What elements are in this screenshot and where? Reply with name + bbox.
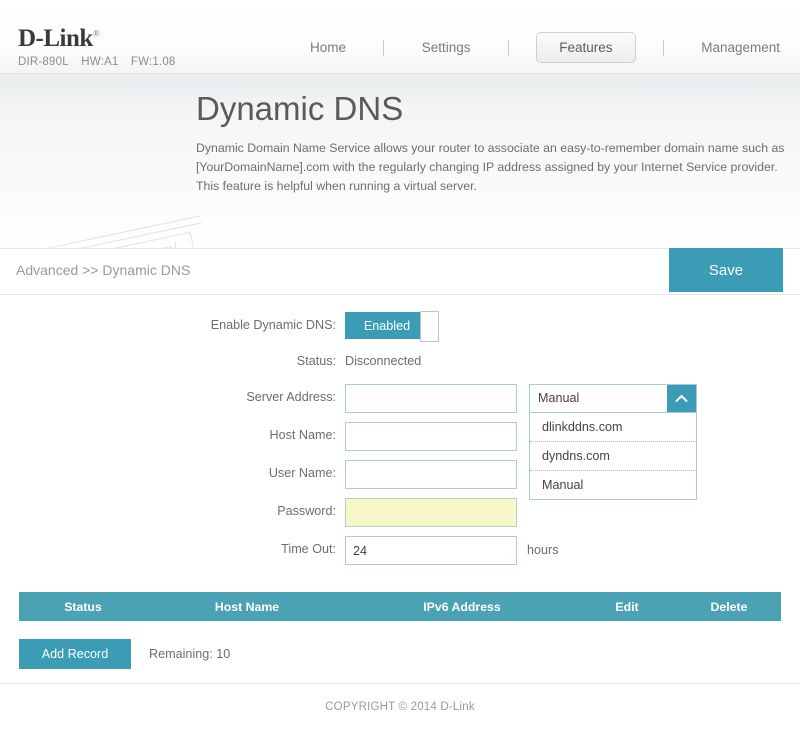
nav-separator <box>383 39 385 56</box>
nav-item-management[interactable]: Management <box>691 33 790 62</box>
user-name-label: User Name: <box>268 466 336 480</box>
app-header: D-Link® DIR-890L HW:A1 FW:1.08 Home Sett… <box>0 0 800 74</box>
column-header-host-name: Host Name <box>214 599 280 614</box>
status-label: Status: <box>296 354 336 368</box>
nav-separator <box>662 39 664 56</box>
page-description: Dynamic Domain Name Service allows your … <box>196 141 785 194</box>
dropdown-option-dyndns[interactable]: dyndns.com <box>530 442 696 471</box>
password-input[interactable] <box>345 498 517 527</box>
dropdown-option-dlinkddns[interactable]: dlinkddns.com <box>530 413 696 442</box>
page-title: Dynamic DNS <box>196 90 404 127</box>
form-row-time-out: Time Out: hours <box>0 536 800 565</box>
brand-name: D-Link® <box>18 25 100 52</box>
svg-text:http://Betty.dlink.com/: http://Betty.dlink.com/ <box>36 239 180 249</box>
form-row-enable: Enable Dynamic DNS: Enabled <box>0 311 800 342</box>
page-footer: COPYRIGHT © 2014 D-Link <box>0 683 800 729</box>
brand-logo: D-Link® DIR-890L HW:A1 FW:1.08 <box>18 26 185 68</box>
form-row-status: Status: Disconnected <box>0 348 800 375</box>
column-header-ipv6-address: IPv6 Address <box>423 599 501 614</box>
nav-item-settings[interactable]: Settings <box>412 33 481 62</box>
enable-dynamic-dns-label: Enable Dynamic DNS: <box>210 318 336 332</box>
device-firmware: FW:1.08 <box>130 56 176 68</box>
column-header-status: Status <box>64 599 102 614</box>
save-button[interactable]: Save <box>669 248 783 292</box>
dropdown-options-list: dlinkddns.com dyndns.com Manual <box>529 413 697 500</box>
server-address-label: Server Address: <box>246 390 336 404</box>
add-record-button[interactable]: Add Record <box>19 639 131 669</box>
time-out-label: Time Out: <box>281 542 336 556</box>
host-name-label: Host Name: <box>269 428 337 442</box>
dynamic-dns-form: Enable Dynamic DNS: Enabled Status: Disc… <box>0 295 800 565</box>
remaining-count-label: Remaining: 10 <box>149 647 231 661</box>
server-provider-dropdown[interactable]: Manual dlinkddns.com dyndns.com Manual <box>529 384 697 500</box>
page-hero: http://Betty.dlink.com/ Dynamic DNS Dyna… <box>0 74 800 249</box>
breadcrumb-bar: Advanced >> Dynamic DNS Save <box>0 248 800 295</box>
toggle-knob[interactable] <box>420 311 439 342</box>
table-actions-row: Add Record Remaining: 10 <box>19 639 781 669</box>
nav-item-features[interactable]: Features <box>536 32 636 63</box>
column-header-edit: Edit <box>615 599 639 614</box>
time-out-unit-label: hours <box>527 543 559 557</box>
nav-separator <box>507 39 509 56</box>
copyright-text: COPYRIGHT © 2014 D-Link <box>325 700 475 713</box>
dropdown-selected-value: Manual <box>538 391 580 405</box>
dropdown-header[interactable]: Manual <box>529 384 697 413</box>
device-hardware: HW:A1 <box>81 56 119 68</box>
breadcrumb: Advanced >> Dynamic DNS <box>16 262 191 278</box>
user-name-input[interactable] <box>345 460 517 489</box>
server-address-input[interactable] <box>345 384 517 413</box>
status-value: Disconnected <box>345 354 422 368</box>
toggle-state-label: Enabled <box>363 318 411 333</box>
form-row-server-address: Server Address: Manual dlinkddns.com dyn… <box>0 384 800 500</box>
form-row-password: Password: <box>0 498 800 527</box>
enable-dynamic-dns-toggle[interactable]: Enabled <box>345 311 439 342</box>
browser-address-watermark-icon: http://Betty.dlink.com/ <box>15 215 202 249</box>
dns-records-table: Status Host Name IPv6 Address Edit Delet… <box>19 592 781 669</box>
nav-item-home[interactable]: Home <box>300 33 356 62</box>
device-info: DIR-890L HW:A1 FW:1.08 <box>18 56 185 68</box>
chevron-up-icon[interactable] <box>667 385 696 412</box>
column-header-delete: Delete <box>710 599 748 614</box>
time-out-input[interactable] <box>345 536 517 565</box>
table-header-row: Status Host Name IPv6 Address Edit Delet… <box>19 592 781 621</box>
password-label: Password: <box>277 504 336 518</box>
registered-mark-icon: ® <box>92 28 100 39</box>
host-name-input[interactable] <box>345 422 517 451</box>
dropdown-option-manual[interactable]: Manual <box>530 471 696 499</box>
main-navigation: Home Settings Features Management <box>300 32 790 63</box>
device-model: DIR-890L <box>18 56 69 68</box>
